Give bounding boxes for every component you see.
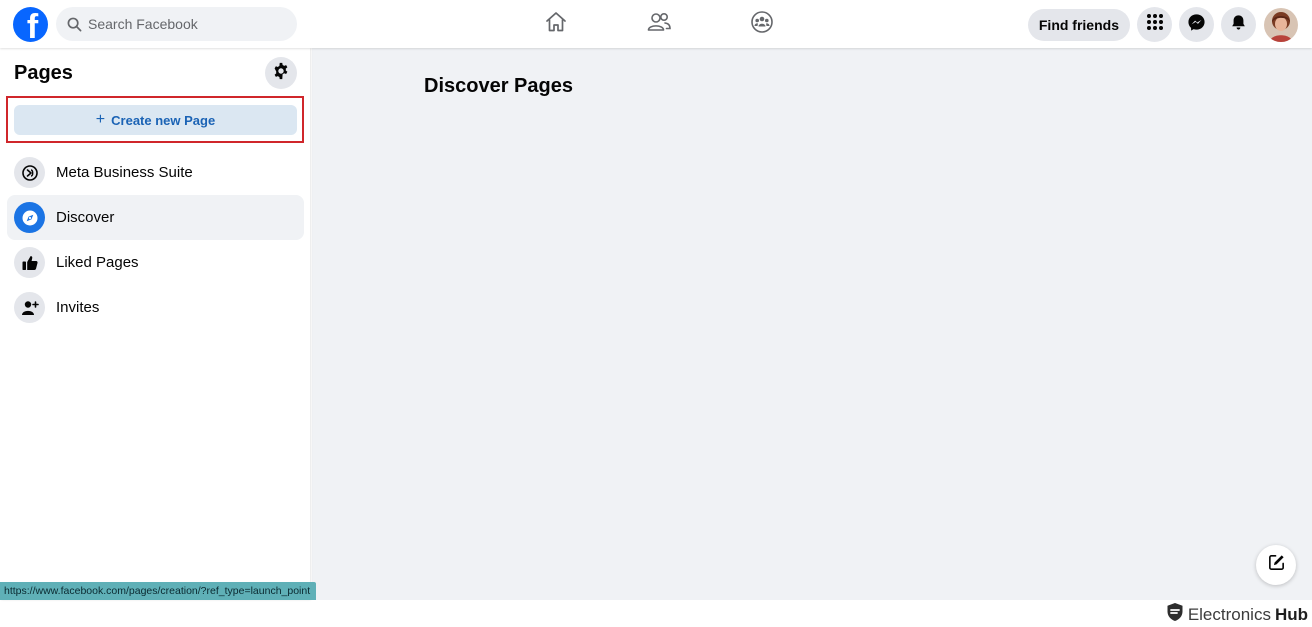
friends-nav-button[interactable] (607, 0, 710, 48)
center-navigation (504, 0, 813, 48)
sidebar-item-discover[interactable]: Discover (7, 195, 304, 240)
sidebar-item-label: Discover (56, 209, 115, 226)
plus-icon: + (95, 111, 106, 128)
pages-sidebar: Pages + Create new Page Meta Business Su… (0, 48, 310, 600)
settings-button[interactable] (265, 57, 297, 89)
search-input[interactable] (88, 16, 288, 32)
sidebar-item-meta-business-suite[interactable]: Meta Business Suite (7, 150, 304, 195)
status-bar-url: https://www.facebook.com/pages/creation/… (0, 582, 317, 600)
friends-icon (646, 10, 672, 39)
grid-menu-icon (1146, 13, 1164, 36)
top-navigation-bar: f Find friends (0, 0, 1312, 48)
profile-avatar[interactable] (1264, 7, 1298, 42)
sidebar-item-invites[interactable]: Invites (7, 285, 304, 330)
notifications-button[interactable] (1221, 7, 1256, 42)
person-add-icon (14, 292, 45, 323)
create-new-page-button[interactable]: + Create new Page (14, 105, 297, 135)
groups-nav-button[interactable] (710, 0, 813, 48)
sidebar-item-liked-pages[interactable]: Liked Pages (7, 240, 304, 285)
gear-icon (272, 62, 290, 85)
facebook-logo[interactable]: f (13, 7, 48, 42)
home-icon (544, 10, 568, 39)
shield-logo-icon (1166, 602, 1184, 627)
watermark-text-bold: Hub (1274, 604, 1308, 624)
groups-icon (750, 10, 774, 39)
facebook-logo-letter: f (26, 8, 39, 42)
page-title: Discover Pages (424, 75, 573, 97)
compass-icon (14, 202, 45, 233)
messenger-icon (1187, 13, 1206, 37)
menu-button[interactable] (1137, 7, 1172, 42)
messenger-button[interactable] (1179, 7, 1214, 42)
meta-business-suite-icon (14, 157, 45, 188)
bottom-strip: Electronics Hub (0, 600, 1312, 626)
watermark-text-light: Electronics (1187, 604, 1271, 624)
create-new-page-label: Create new Page (111, 112, 216, 128)
create-page-highlight: + Create new Page (6, 96, 304, 143)
thumbs-up-icon (14, 247, 45, 278)
bell-icon (1230, 14, 1247, 36)
sidebar-item-label: Invites (56, 299, 100, 316)
sidebar-menu: Meta Business Suite Discover Liked Pages… (7, 150, 304, 330)
electronics-hub-watermark: Electronics Hub (1166, 602, 1308, 627)
right-navigation: Find friends (1027, 7, 1298, 42)
sidebar-item-label: Meta Business Suite (56, 164, 193, 181)
find-friends-button[interactable]: Find friends (1027, 8, 1130, 41)
new-message-button[interactable] (1256, 545, 1296, 585)
compose-icon (1267, 553, 1286, 577)
search-icon (66, 16, 82, 32)
search-bar[interactable] (56, 7, 297, 41)
main-content: Discover Pages (312, 48, 1312, 600)
sidebar-title: Pages (14, 62, 73, 84)
home-nav-button[interactable] (504, 0, 607, 48)
sidebar-item-label: Liked Pages (56, 254, 139, 271)
